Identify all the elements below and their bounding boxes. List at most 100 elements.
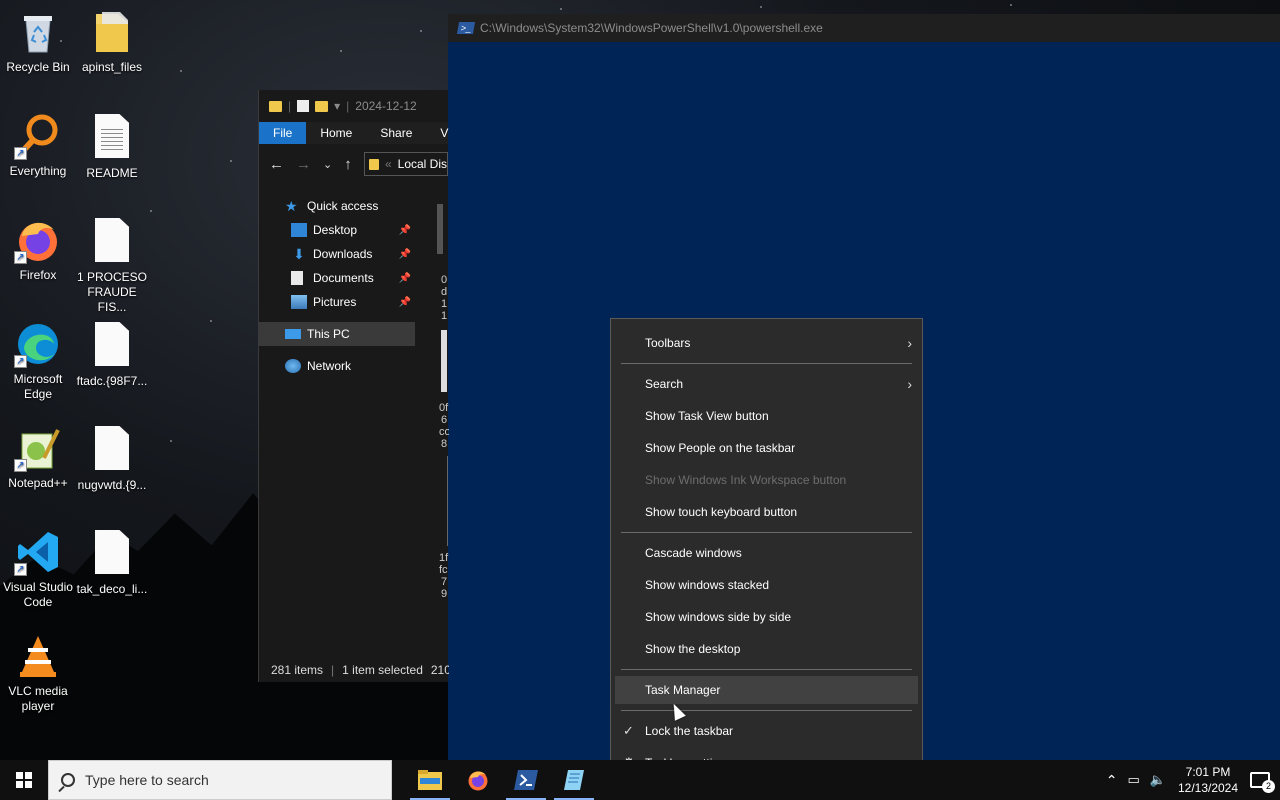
menu-item-label: Show Windows Ink Workspace button [645,473,847,487]
desktop-icon-firefox[interactable]: ↗ Firefox [0,216,76,283]
file-name-fragment: d [441,286,448,298]
desktop-icon-label: Everything [9,164,67,178]
menu-item-touch-keyboard[interactable]: Show touch keyboard button [611,498,922,526]
folder-icon [269,100,282,112]
menu-item-side-by-side[interactable]: Show windows side by side [611,603,922,631]
forward-arrow-icon[interactable]: → [296,156,311,173]
file-name-fragment: 0 [441,274,448,286]
desktop-icon-label: VLC media player [8,684,68,713]
desktop-icon-tak-deco[interactable]: tak_deco_li... [74,528,150,597]
tab-share[interactable]: Share [366,122,426,144]
pictures-icon [291,295,307,309]
desktop-icon-proceso[interactable]: 1 PROCESO FRAUDE FIS... [74,216,150,315]
desktop-folder-icon [291,223,307,237]
desktop-icon-nugvwtd[interactable]: nugvwtd.{9... [74,424,150,493]
menu-item-lock-taskbar[interactable]: ✓ Lock the taskbar [611,717,922,745]
desktop-icon-edge[interactable]: ↗ Microsoft Edge [0,320,76,402]
pin-icon: 📌 [398,296,411,308]
menu-item-label: Show the desktop [645,642,741,656]
desktop-icon-vlc[interactable]: VLC media player [0,632,76,714]
desktop-icon-vscode[interactable]: ↗ Visual Studio Code [0,528,76,610]
file-thumbnail[interactable] [437,204,443,254]
clock[interactable]: 7:01 PM 12/13/2024 [1176,764,1240,796]
menu-item-cascade[interactable]: Cascade windows [611,539,922,567]
notification-count-badge: 2 [1262,780,1275,793]
menu-separator [621,532,912,533]
menu-item-label: Show windows side by side [645,610,792,624]
taskbar-context-menu: Toolbars › Search › Show Task View butto… [610,318,923,788]
properties-icon[interactable] [297,100,310,112]
vlc-icon [14,632,62,680]
status-separator: | [331,663,335,677]
status-selected: 1 item selected [342,663,423,677]
nav-label: Network [307,359,352,373]
desktop-icon-apinst-files[interactable]: apinst_files [74,8,150,75]
menu-item-task-manager[interactable]: Task Manager [615,676,918,704]
nav-item-downloads[interactable]: ⬇ Downloads 📌 [259,242,415,266]
folder-icon [368,158,379,170]
quick-access-toolbar: | ▾ | 2024-12-12 [259,90,448,122]
chevron-down-icon[interactable]: ▾ [334,99,340,113]
tab-view[interactable]: V [426,122,462,144]
file-thumbnail[interactable] [441,330,447,392]
taskbar-search-box[interactable]: Type here to search [48,760,392,800]
file-list-pane[interactable]: 0 d 1 1 0f 6 co 8 1f fc 7 9 [429,194,449,654]
nav-item-pictures[interactable]: Pictures 📌 [259,290,415,314]
action-center-icon[interactable]: 2 [1250,772,1275,793]
nav-item-quick-access[interactable]: ★ Quick access [259,194,415,218]
file-thumbnail[interactable] [447,456,449,546]
address-bar[interactable]: « Local Dis [363,152,448,176]
nav-label: Quick access [307,199,379,213]
back-arrow-icon[interactable]: ← [269,156,284,173]
network-icon [285,359,301,373]
desktop-icon-ftadc[interactable]: ftadc.{98F7... [74,320,150,389]
taskbar-file-explorer[interactable] [406,760,454,800]
file-icon [88,218,136,266]
desktop-icon-label: Visual Studio Code [3,580,73,609]
nav-item-network[interactable]: Network [259,354,415,378]
new-folder-icon[interactable] [315,100,329,112]
menu-item-search[interactable]: Search › [611,370,922,398]
taskbar-firefox[interactable] [454,760,502,800]
menu-item-label: Show Task View button [645,409,769,423]
powershell-icon [514,770,538,790]
file-name-fragment: fc [439,564,448,576]
nav-label: Downloads [313,247,373,261]
nav-item-documents[interactable]: Documents 📌 [259,266,415,290]
breadcrumb-chevron-icon: « [384,157,392,171]
file-name-fragment: co [439,426,449,438]
menu-item-show-desktop[interactable]: Show the desktop [611,635,922,663]
chevron-right-icon: › [907,376,912,392]
menu-item-stacked[interactable]: Show windows stacked [611,571,922,599]
network-status-icon[interactable]: ▭ [1128,772,1140,788]
chevron-up-icon[interactable]: ⌃ [1106,772,1118,789]
desktop-icon-label: apinst_files [81,60,143,74]
file-name-fragment: 8 [441,438,448,450]
menu-item-task-view[interactable]: Show Task View button [611,402,922,430]
file-explorer-window[interactable]: | ▾ | 2024-12-12 File Home Share V ← → ⌄… [258,90,449,682]
start-button[interactable] [0,760,48,800]
menu-item-people[interactable]: Show People on the taskbar [611,434,922,462]
shortcut-arrow-icon: ↗ [14,251,27,264]
taskbar: Type here to search ⌃ ▭ 🔈 7:01 PM 12/13/… [0,760,1280,800]
tab-home[interactable]: Home [306,122,366,144]
desktop-icon-everything[interactable]: ↗ Everything [0,112,76,179]
tab-file[interactable]: File [259,122,307,144]
volume-muted-icon[interactable]: 🔈 [1150,772,1166,788]
powershell-icon: >_ [456,22,476,34]
recent-locations-chevron-icon[interactable]: ⌄ [323,158,332,171]
desktop-icon-recycle-bin[interactable]: Recycle Bin [0,8,76,75]
file-icon [88,530,136,578]
notepad-icon [564,770,584,790]
menu-item-toolbars[interactable]: Toolbars › [611,329,922,357]
up-arrow-icon[interactable]: ↑ [344,156,352,173]
taskbar-notepad[interactable] [550,760,598,800]
desktop-icon-notepadpp[interactable]: ↗ Notepad++ [0,424,76,491]
taskbar-powershell[interactable] [502,760,550,800]
powershell-titlebar[interactable]: >_ C:\Windows\System32\WindowsPowerShell… [448,14,1280,42]
menu-item-label: Show windows stacked [645,578,770,592]
nav-item-this-pc[interactable]: This PC [259,322,415,346]
nav-item-desktop[interactable]: Desktop 📌 [259,218,415,242]
file-name-fragment: 9 [441,588,448,600]
desktop-icon-readme[interactable]: README [74,112,150,181]
